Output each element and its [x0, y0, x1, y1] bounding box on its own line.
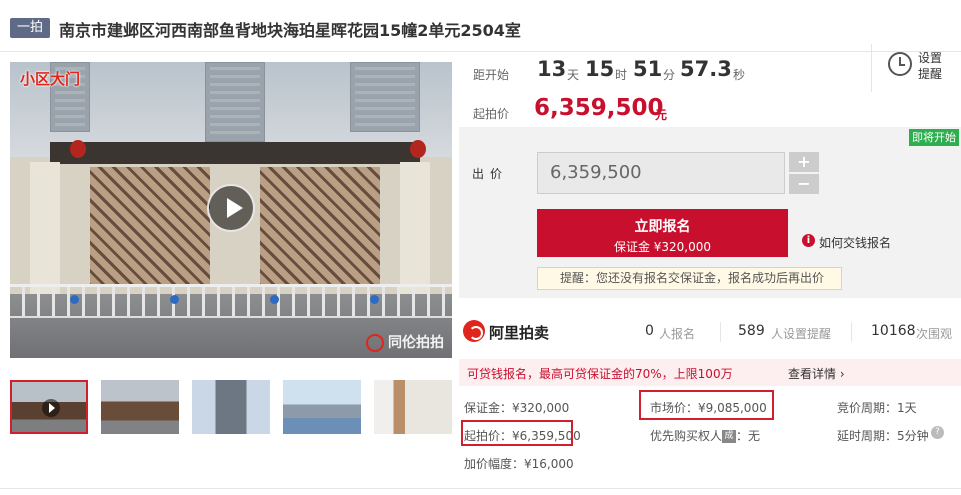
set-reminder-button[interactable]: 设置提醒 [918, 50, 948, 82]
scene-gate [90, 167, 210, 287]
signup-count: 0 [645, 323, 654, 339]
watermark-logo-icon [366, 334, 384, 352]
reminder-count-label: 人设置提醒 [771, 327, 832, 341]
thumbnail-play-icon [42, 399, 60, 417]
start-price-label: 起拍价 [473, 107, 510, 121]
countdown-seconds: 57.3 [680, 57, 732, 81]
divider [0, 488, 961, 489]
bid-label: 出价 [472, 167, 509, 181]
fence-marker-icon [70, 295, 79, 304]
countdown-label: 距开始 [473, 68, 510, 82]
help-icon[interactable]: ? [931, 426, 944, 439]
how-to-pay-link[interactable]: 如何交钱报名 [819, 234, 891, 251]
scene-pillar [30, 162, 60, 297]
bid-increase-button[interactable]: + [789, 152, 819, 172]
highlight-box [639, 390, 774, 420]
signup-button[interactable]: 立即报名 保证金 ¥320,000 [537, 209, 788, 257]
play-icon[interactable] [207, 184, 255, 232]
scene-canopy [50, 142, 420, 164]
priority-badge-icon: 成 [722, 430, 737, 443]
divider [851, 322, 852, 342]
chevron-right-icon: › [839, 367, 845, 381]
priority-buyer-info: 优先购买权人成：无 [650, 429, 761, 443]
divider [720, 322, 721, 342]
page-title: 南京市建邺区河西南部鱼背地块海珀星晖花园15幢2单元2504室 [59, 21, 521, 40]
countdown-days-unit: 天 [567, 68, 580, 82]
loan-promo-text: 可贷钱报名，最高可贷保证金的70%，上限100万 [467, 367, 733, 381]
video-overlay-label: 小区大门 [20, 70, 81, 88]
thumbnail-photo[interactable] [101, 380, 179, 434]
view-count: 10168 [871, 323, 916, 339]
main-video-player[interactable]: 小区大门 同伦拍拍 [10, 62, 452, 358]
divider [871, 44, 872, 92]
scene-pillar [400, 162, 430, 297]
watermark: 同伦拍拍 [366, 332, 444, 352]
alarm-clock-icon[interactable] [888, 52, 912, 76]
highlight-box [461, 420, 573, 446]
deposit-amount-label: 保证金 ¥320,000 [613, 240, 712, 254]
countdown-hours-unit: 时 [615, 68, 628, 82]
increment-info: 加价幅度：¥16,000 [464, 457, 574, 471]
bid-decrease-button[interactable]: − [789, 174, 819, 194]
bid-cycle-info: 竞价周期：1天 [837, 401, 917, 415]
countdown-seconds-unit: 秒 [733, 68, 746, 82]
title-bar: 一拍 南京市建邺区河西南部鱼背地块海珀星晖花园15幢2单元2504室 [0, 0, 961, 52]
thumbnail-photo[interactable] [283, 380, 361, 434]
scene-fence [10, 284, 452, 318]
reminder-tip: 提醒：您还没有报名交保证金，报名成功后再出价 [537, 267, 842, 290]
view-details-link[interactable]: 查看详情 › [788, 365, 845, 382]
scene-tower [350, 62, 420, 132]
info-icon: i [802, 234, 815, 247]
ali-auction-logo-icon [463, 320, 485, 342]
fence-marker-icon [170, 295, 179, 304]
reminder-count: 589 [738, 323, 765, 339]
lantern-icon [410, 140, 426, 158]
thumbnail-strip [10, 380, 452, 436]
countdown-minutes-unit: 分 [663, 68, 676, 82]
fence-marker-icon [270, 295, 279, 304]
brand-name: 阿里拍卖 [489, 324, 550, 342]
countdown-days: 13 [537, 57, 567, 81]
scene-tower [205, 62, 265, 142]
view-count-label: 次围观 [916, 327, 953, 341]
start-price-value: 6,359,500 [534, 95, 664, 121]
lantern-icon [70, 140, 86, 158]
countdown-hours: 15 [585, 57, 615, 81]
signup-button-label: 立即报名 [634, 219, 691, 235]
fence-marker-icon [370, 295, 379, 304]
thumbnail-photo[interactable] [374, 380, 452, 434]
thumbnail-video[interactable] [10, 380, 88, 434]
scene-gate [260, 167, 380, 287]
start-price-unit: 元 [655, 108, 668, 122]
auction-round-tag: 一拍 [10, 18, 50, 38]
signup-count-label: 人报名 [659, 327, 696, 341]
countdown-minutes: 51 [633, 57, 663, 81]
bid-amount-input[interactable]: 6,359,500 [537, 152, 785, 194]
deposit-info: 保证金：¥320,000 [464, 401, 570, 415]
thumbnail-photo[interactable] [192, 380, 270, 434]
delay-cycle-info: 延时周期：5分钟 [837, 429, 929, 443]
status-badge: 即将开始 [909, 129, 959, 146]
